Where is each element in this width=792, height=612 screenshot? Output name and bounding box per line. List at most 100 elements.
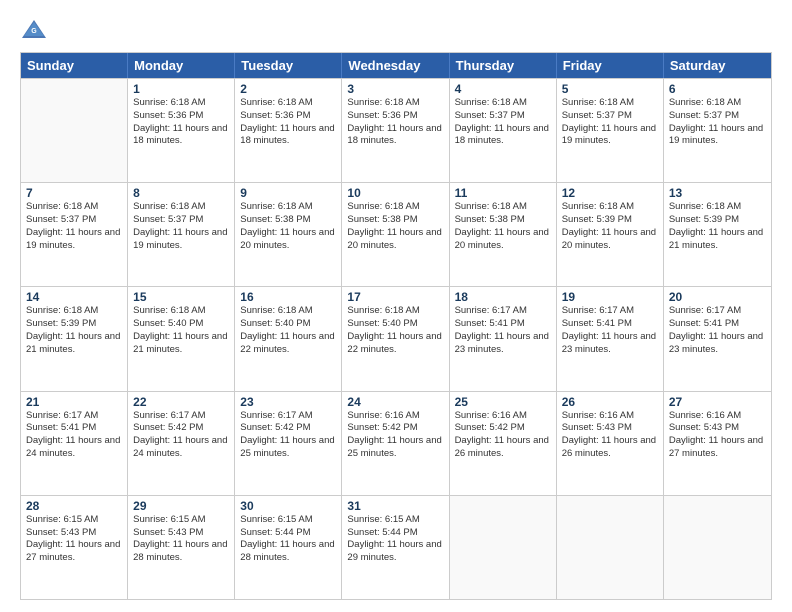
day-number: 26: [562, 395, 658, 409]
day-number: 24: [347, 395, 443, 409]
day-info: Sunrise: 6:18 AM Sunset: 5:37 PM Dayligh…: [26, 201, 122, 252]
header-day-saturday: Saturday: [664, 53, 771, 78]
logo: G: [20, 16, 52, 44]
day-cell-26: 26Sunrise: 6:16 AM Sunset: 5:43 PM Dayli…: [557, 392, 664, 495]
empty-cell-4-6: [664, 496, 771, 599]
day-info: Sunrise: 6:18 AM Sunset: 5:40 PM Dayligh…: [347, 305, 443, 356]
header-day-wednesday: Wednesday: [342, 53, 449, 78]
day-number: 29: [133, 499, 229, 513]
day-info: Sunrise: 6:18 AM Sunset: 5:38 PM Dayligh…: [347, 201, 443, 252]
day-number: 27: [669, 395, 766, 409]
day-info: Sunrise: 6:18 AM Sunset: 5:37 PM Dayligh…: [133, 201, 229, 252]
day-number: 12: [562, 186, 658, 200]
day-cell-24: 24Sunrise: 6:16 AM Sunset: 5:42 PM Dayli…: [342, 392, 449, 495]
day-number: 19: [562, 290, 658, 304]
day-info: Sunrise: 6:15 AM Sunset: 5:43 PM Dayligh…: [133, 514, 229, 565]
day-cell-2: 2Sunrise: 6:18 AM Sunset: 5:36 PM Daylig…: [235, 79, 342, 182]
day-info: Sunrise: 6:16 AM Sunset: 5:42 PM Dayligh…: [455, 410, 551, 461]
day-info: Sunrise: 6:18 AM Sunset: 5:37 PM Dayligh…: [455, 97, 551, 148]
day-cell-17: 17Sunrise: 6:18 AM Sunset: 5:40 PM Dayli…: [342, 287, 449, 390]
day-number: 1: [133, 82, 229, 96]
day-cell-14: 14Sunrise: 6:18 AM Sunset: 5:39 PM Dayli…: [21, 287, 128, 390]
day-info: Sunrise: 6:18 AM Sunset: 5:36 PM Dayligh…: [347, 97, 443, 148]
day-info: Sunrise: 6:17 AM Sunset: 5:42 PM Dayligh…: [240, 410, 336, 461]
day-info: Sunrise: 6:18 AM Sunset: 5:40 PM Dayligh…: [133, 305, 229, 356]
day-info: Sunrise: 6:17 AM Sunset: 5:41 PM Dayligh…: [669, 305, 766, 356]
day-cell-21: 21Sunrise: 6:17 AM Sunset: 5:41 PM Dayli…: [21, 392, 128, 495]
day-cell-9: 9Sunrise: 6:18 AM Sunset: 5:38 PM Daylig…: [235, 183, 342, 286]
day-info: Sunrise: 6:18 AM Sunset: 5:39 PM Dayligh…: [669, 201, 766, 252]
day-cell-28: 28Sunrise: 6:15 AM Sunset: 5:43 PM Dayli…: [21, 496, 128, 599]
empty-cell-4-4: [450, 496, 557, 599]
day-cell-11: 11Sunrise: 6:18 AM Sunset: 5:38 PM Dayli…: [450, 183, 557, 286]
day-info: Sunrise: 6:18 AM Sunset: 5:38 PM Dayligh…: [240, 201, 336, 252]
day-cell-16: 16Sunrise: 6:18 AM Sunset: 5:40 PM Dayli…: [235, 287, 342, 390]
calendar-body: 1 Sunrise: 6:18 AM Sunset: 5:36 PM Daylig…: [21, 78, 771, 599]
day-cell-13: 13Sunrise: 6:18 AM Sunset: 5:39 PM Dayli…: [664, 183, 771, 286]
day-number: 7: [26, 186, 122, 200]
day-info: Sunrise: 6:15 AM Sunset: 5:43 PM Dayligh…: [26, 514, 122, 565]
header-day-friday: Friday: [557, 53, 664, 78]
day-cell-8: 8Sunrise: 6:18 AM Sunset: 5:37 PM Daylig…: [128, 183, 235, 286]
day-info: Sunrise: 6:15 AM Sunset: 5:44 PM Dayligh…: [347, 514, 443, 565]
day-info: Sunrise: 6:18 AM Sunset: 5:36 PM Dayligh…: [240, 97, 336, 148]
day-cell-29: 29Sunrise: 6:15 AM Sunset: 5:43 PM Dayli…: [128, 496, 235, 599]
calendar-page: G SundayMondayTuesdayWednesdayThursdayFr…: [0, 0, 792, 612]
calendar: SundayMondayTuesdayWednesdayThursdayFrid…: [20, 52, 772, 600]
day-info: Sunrise: 6:18 AM Sunset: 5:39 PM Dayligh…: [562, 201, 658, 252]
day-number: 25: [455, 395, 551, 409]
week-row-2: 7Sunrise: 6:18 AM Sunset: 5:37 PM Daylig…: [21, 182, 771, 286]
header-day-tuesday: Tuesday: [235, 53, 342, 78]
day-number: 15: [133, 290, 229, 304]
week-row-3: 14Sunrise: 6:18 AM Sunset: 5:39 PM Dayli…: [21, 286, 771, 390]
day-number: 28: [26, 499, 122, 513]
header: G: [20, 16, 772, 44]
header-day-monday: Monday: [128, 53, 235, 78]
day-cell-6: 6Sunrise: 6:18 AM Sunset: 5:37 PM Daylig…: [664, 79, 771, 182]
day-cell-10: 10Sunrise: 6:18 AM Sunset: 5:38 PM Dayli…: [342, 183, 449, 286]
day-info: Sunrise: 6:18 AM Sunset: 5:37 PM Dayligh…: [669, 97, 766, 148]
day-number: 3: [347, 82, 443, 96]
day-number: 2: [240, 82, 336, 96]
week-row-1: 1 Sunrise: 6:18 AM Sunset: 5:36 PM Daylig…: [21, 78, 771, 182]
day-cell-3: 3Sunrise: 6:18 AM Sunset: 5:36 PM Daylig…: [342, 79, 449, 182]
day-number: 30: [240, 499, 336, 513]
day-number: 14: [26, 290, 122, 304]
day-info: Sunrise: 6:18 AM Sunset: 5:37 PM Dayligh…: [562, 97, 658, 148]
day-number: 22: [133, 395, 229, 409]
day-number: 20: [669, 290, 766, 304]
day-info: Sunrise: 6:18 AM Sunset: 5:39 PM Dayligh…: [26, 305, 122, 356]
logo-icon: G: [20, 16, 48, 44]
day-cell-22: 22Sunrise: 6:17 AM Sunset: 5:42 PM Dayli…: [128, 392, 235, 495]
day-info: Sunrise: 6:17 AM Sunset: 5:41 PM Dayligh…: [26, 410, 122, 461]
day-number: 16: [240, 290, 336, 304]
day-number: 10: [347, 186, 443, 200]
day-number: 31: [347, 499, 443, 513]
day-cell-5: 5Sunrise: 6:18 AM Sunset: 5:37 PM Daylig…: [557, 79, 664, 182]
calendar-header: SundayMondayTuesdayWednesdayThursdayFrid…: [21, 53, 771, 78]
day-cell-30: 30Sunrise: 6:15 AM Sunset: 5:44 PM Dayli…: [235, 496, 342, 599]
week-row-5: 28Sunrise: 6:15 AM Sunset: 5:43 PM Dayli…: [21, 495, 771, 599]
empty-cell-0-0: [21, 79, 128, 182]
day-cell-20: 20Sunrise: 6:17 AM Sunset: 5:41 PM Dayli…: [664, 287, 771, 390]
day-info: Sunrise: 6:15 AM Sunset: 5:44 PM Dayligh…: [240, 514, 336, 565]
day-cell-27: 27Sunrise: 6:16 AM Sunset: 5:43 PM Dayli…: [664, 392, 771, 495]
header-day-thursday: Thursday: [450, 53, 557, 78]
day-info: Sunrise: 6:16 AM Sunset: 5:42 PM Dayligh…: [347, 410, 443, 461]
day-info: Sunrise: 6:16 AM Sunset: 5:43 PM Dayligh…: [562, 410, 658, 461]
day-cell-31: 31Sunrise: 6:15 AM Sunset: 5:44 PM Dayli…: [342, 496, 449, 599]
day-cell-4: 4Sunrise: 6:18 AM Sunset: 5:37 PM Daylig…: [450, 79, 557, 182]
day-info: Sunrise: 6:17 AM Sunset: 5:41 PM Dayligh…: [455, 305, 551, 356]
svg-text:G: G: [31, 28, 37, 35]
day-number: 23: [240, 395, 336, 409]
day-number: 9: [240, 186, 336, 200]
week-row-4: 21Sunrise: 6:17 AM Sunset: 5:41 PM Dayli…: [21, 391, 771, 495]
day-cell-18: 18Sunrise: 6:17 AM Sunset: 5:41 PM Dayli…: [450, 287, 557, 390]
day-cell-12: 12Sunrise: 6:18 AM Sunset: 5:39 PM Dayli…: [557, 183, 664, 286]
day-info: Sunrise: 6:18 AM Sunset: 5:38 PM Dayligh…: [455, 201, 551, 252]
day-cell-7: 7Sunrise: 6:18 AM Sunset: 5:37 PM Daylig…: [21, 183, 128, 286]
day-info: Sunrise: 6:18 AM Sunset: 5:40 PM Dayligh…: [240, 305, 336, 356]
day-cell-15: 15Sunrise: 6:18 AM Sunset: 5:40 PM Dayli…: [128, 287, 235, 390]
header-day-sunday: Sunday: [21, 53, 128, 78]
day-info: Sunrise: 6:16 AM Sunset: 5:43 PM Dayligh…: [669, 410, 766, 461]
